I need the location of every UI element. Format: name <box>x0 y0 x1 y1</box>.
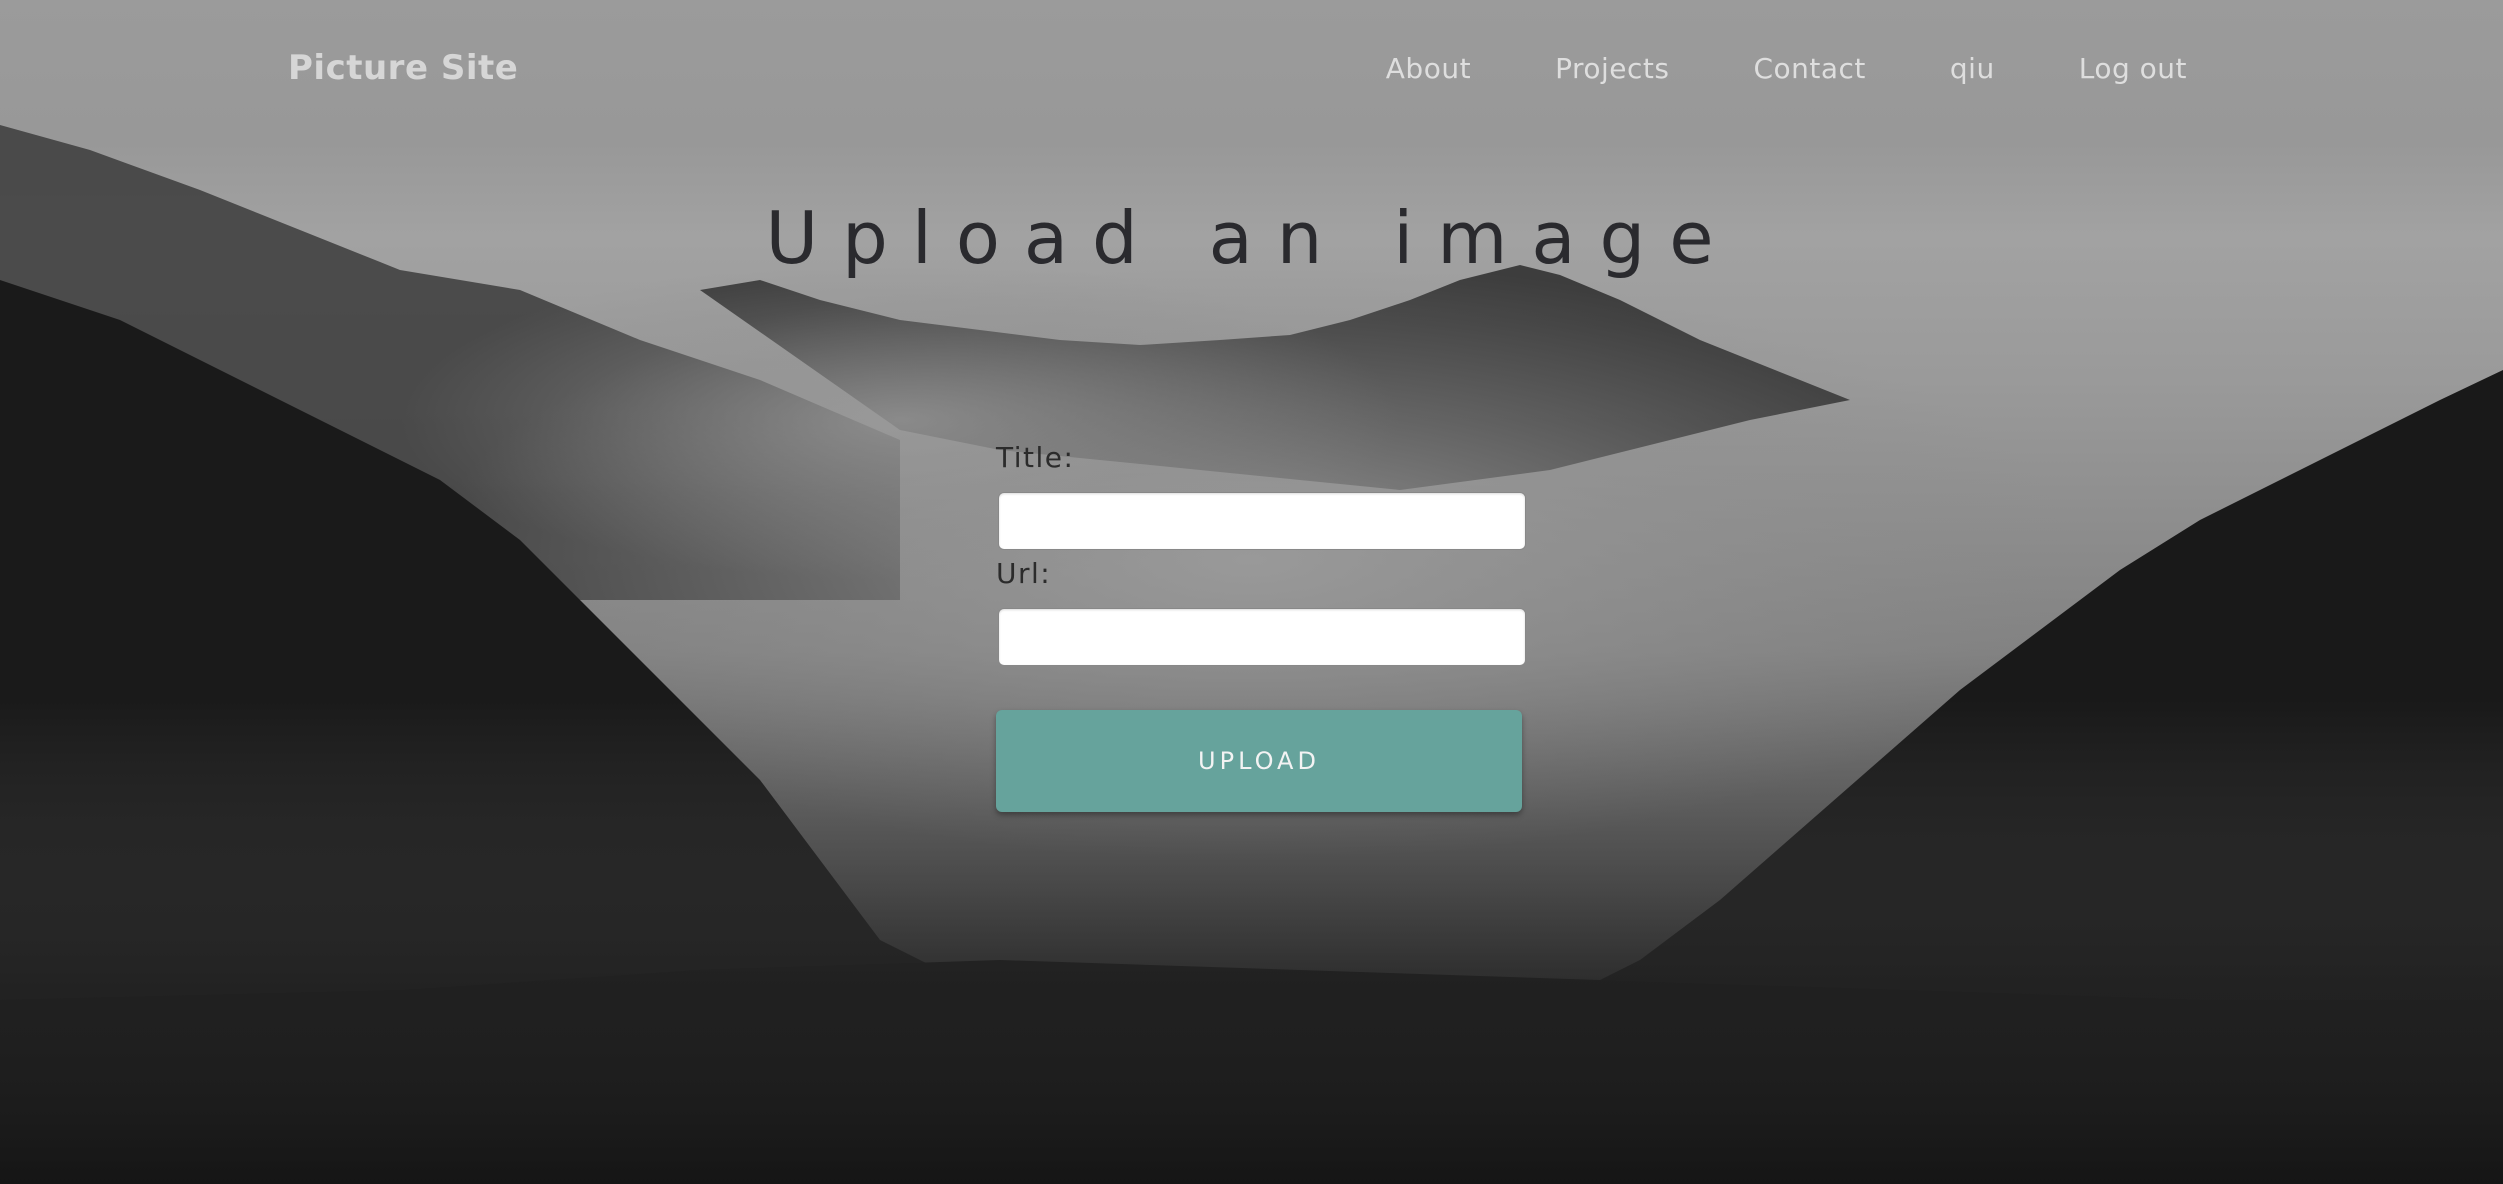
nav-link-about[interactable]: About <box>1386 52 1471 85</box>
title-label: Title: <box>996 441 1075 474</box>
nav-link-contact[interactable]: Contact <box>1753 52 1865 85</box>
nav-link-projects[interactable]: Projects <box>1555 52 1669 85</box>
upload-form: Title: Url: UPLOAD <box>996 440 1526 812</box>
page-title: Upload an image <box>765 196 1738 280</box>
brand-logo-link[interactable]: Picture Site <box>288 48 518 88</box>
nav-link-logout[interactable]: Log out <box>2079 52 2187 85</box>
top-navigation: Picture Site About Projects Contact qiu … <box>0 0 2503 140</box>
upload-button[interactable]: UPLOAD <box>996 710 1522 812</box>
url-label: Url: <box>996 557 1052 590</box>
url-input[interactable] <box>998 608 1526 666</box>
nav-link-user[interactable]: qiu <box>1950 52 1995 85</box>
title-input[interactable] <box>998 492 1526 550</box>
nav-links: About Projects Contact qiu Log out <box>1302 52 2187 85</box>
